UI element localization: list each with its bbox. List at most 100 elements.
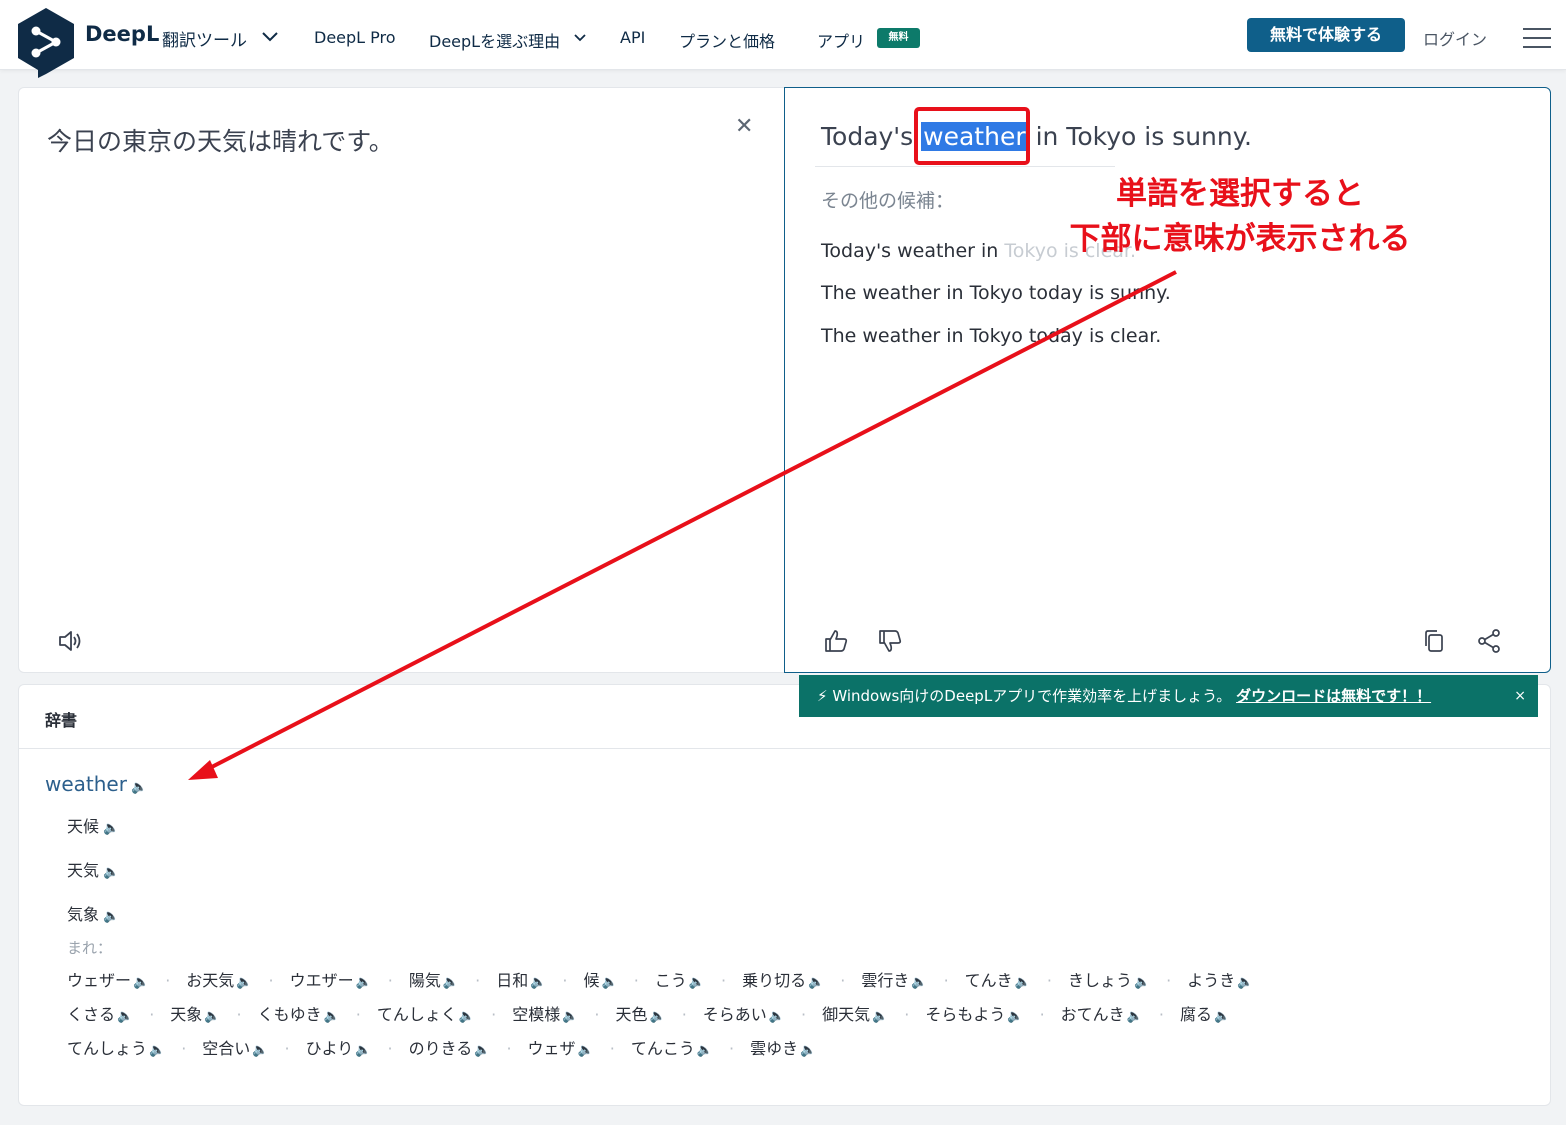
synonym-text[interactable]: てんしょく — [377, 1005, 457, 1024]
speaker-icon[interactable]: 🔈 — [1015, 975, 1031, 990]
speaker-icon[interactable]: 🔈 — [133, 975, 149, 990]
speaker-icon[interactable]: 🔈 — [800, 1043, 816, 1058]
synonym-text[interactable]: 乗り切る — [742, 971, 806, 990]
alternative-3[interactable]: The weather in Tokyo today is clear. — [821, 325, 1161, 347]
synonym-text[interactable]: ようき — [1187, 971, 1235, 990]
speaker-icon[interactable]: 🔈 — [697, 1043, 713, 1058]
nav-why-deepl[interactable]: DeepLを選ぶ理由 — [429, 28, 560, 52]
synonym-item[interactable]: おてんき 🔈 — [1061, 1001, 1143, 1025]
deepl-logo-icon[interactable] — [16, 6, 76, 78]
synonym-text[interactable]: 候 — [583, 971, 599, 990]
clear-text-icon[interactable]: ✕ — [735, 114, 753, 139]
speaker-icon[interactable]: 🔈 — [236, 975, 252, 990]
speaker-icon[interactable]: 🔈 — [149, 1043, 165, 1058]
speaker-icon[interactable]: 🔈 — [252, 1043, 268, 1058]
speaker-icon[interactable]: 🔈 — [131, 780, 147, 795]
synonym-item[interactable]: ウエザー 🔈 — [290, 967, 372, 991]
synonym-item[interactable]: そらあい 🔈 — [703, 1001, 785, 1025]
headword-text[interactable]: weather — [45, 772, 127, 796]
synonym-text[interactable]: ウェザ — [528, 1039, 576, 1058]
speaker-icon[interactable]: 🔈 — [324, 1009, 340, 1024]
synonym-item[interactable]: 空模様 🔈 — [512, 1001, 578, 1025]
synonym-item[interactable]: 腐る 🔈 — [1180, 1001, 1230, 1025]
speaker-icon[interactable]: 🔈 — [1134, 975, 1150, 990]
synonym-item[interactable]: 天色 🔈 — [615, 1001, 665, 1025]
synonym-item[interactable]: 乗り切る 🔈 — [742, 967, 824, 991]
synonym-item[interactable]: てんしょく 🔈 — [377, 1001, 475, 1025]
synonym-item[interactable]: 雲ゆき 🔈 — [750, 1035, 816, 1059]
banner-close-icon[interactable]: × — [1514, 675, 1526, 717]
speaker-icon[interactable] — [57, 628, 83, 654]
speaker-icon[interactable]: 🔈 — [103, 821, 119, 836]
alternative-2[interactable]: The weather in Tokyo today is sunny. — [821, 282, 1171, 304]
synonym-text[interactable]: そらもよう — [925, 1005, 1005, 1024]
synonym-text[interactable]: 陽気 — [409, 971, 441, 990]
nav-deepl-pro[interactable]: DeepL Pro — [314, 28, 396, 47]
dictionary-headword[interactable]: weather 🔈 — [45, 772, 147, 796]
source-text[interactable]: 今日の東京の天気は晴れです。 — [47, 122, 394, 158]
synonym-item[interactable]: のりきる 🔈 — [409, 1035, 491, 1059]
speaker-icon[interactable]: 🔈 — [1214, 1009, 1230, 1024]
sense-item[interactable]: 天気 🔈 — [67, 857, 119, 881]
synonym-text[interactable]: 空模様 — [512, 1005, 560, 1024]
speaker-icon[interactable]: 🔈 — [117, 1009, 133, 1024]
synonym-text[interactable]: きしょう — [1068, 971, 1132, 990]
synonym-item[interactable]: こう 🔈 — [655, 967, 705, 991]
synonym-text[interactable]: おてんき — [1061, 1005, 1125, 1024]
synonym-item[interactable]: 雲行き 🔈 — [861, 967, 927, 991]
synonym-text[interactable]: 日和 — [496, 971, 528, 990]
speaker-icon[interactable]: 🔈 — [459, 1009, 475, 1024]
speaker-icon[interactable]: 🔈 — [562, 1009, 578, 1024]
nav-api[interactable]: API — [620, 28, 645, 47]
synonym-text[interactable]: お天気 — [186, 971, 234, 990]
synonym-text[interactable]: 空合い — [202, 1039, 250, 1058]
synonym-item[interactable]: てんしょう 🔈 — [67, 1035, 165, 1059]
synonym-text[interactable]: ウエザー — [290, 971, 354, 990]
synonym-item[interactable]: そらもよう 🔈 — [925, 1001, 1023, 1025]
synonym-item[interactable]: ウェザ 🔈 — [528, 1035, 594, 1059]
synonym-text[interactable]: ひより — [306, 1039, 354, 1058]
synonym-text[interactable]: ウェザー — [67, 971, 131, 990]
synonym-item[interactable]: 御天気 🔈 — [822, 1001, 888, 1025]
copy-icon[interactable] — [1421, 628, 1447, 654]
sense-text[interactable]: 気象 — [67, 905, 99, 924]
speaker-icon[interactable]: 🔈 — [103, 865, 119, 880]
synonym-item[interactable]: お天気 🔈 — [186, 967, 252, 991]
synonym-text[interactable]: のりきる — [409, 1039, 473, 1058]
synonym-item[interactable]: ようき 🔈 — [1187, 967, 1253, 991]
chevron-down-icon[interactable] — [574, 34, 586, 42]
synonym-item[interactable]: 空合い 🔈 — [202, 1035, 268, 1059]
speaker-icon[interactable]: 🔈 — [911, 975, 927, 990]
thumbs-down-icon[interactable] — [877, 628, 903, 654]
synonym-text[interactable]: こう — [655, 971, 687, 990]
synonym-text[interactable]: 腐る — [1180, 1005, 1212, 1024]
synonym-text[interactable]: てんこう — [631, 1039, 695, 1058]
speaker-icon[interactable]: 🔈 — [769, 1009, 785, 1024]
synonym-text[interactable]: 天色 — [615, 1005, 647, 1024]
brand-name[interactable]: DeepL — [85, 22, 159, 46]
synonym-text[interactable]: くさる — [67, 1005, 115, 1024]
synonym-text[interactable]: 御天気 — [822, 1005, 870, 1024]
synonym-item[interactable]: 候 🔈 — [583, 967, 617, 991]
speaker-icon[interactable]: 🔈 — [1237, 975, 1253, 990]
brand-sub-label[interactable]: 翻訳ツール — [162, 26, 247, 51]
synonym-item[interactable]: ひより 🔈 — [306, 1035, 372, 1059]
speaker-icon[interactable]: 🔈 — [1127, 1009, 1143, 1024]
speaker-icon[interactable]: 🔈 — [872, 1009, 888, 1024]
free-trial-button[interactable]: 無料で体験する — [1247, 18, 1405, 52]
share-icon[interactable] — [1476, 628, 1502, 654]
synonym-text[interactable]: 雲ゆき — [750, 1039, 798, 1058]
synonym-text[interactable]: そらあい — [703, 1005, 767, 1024]
synonym-item[interactable]: くもゆき 🔈 — [258, 1001, 340, 1025]
nav-apps[interactable]: アプリ — [817, 28, 865, 52]
sense-text[interactable]: 天候 — [67, 817, 99, 836]
speaker-icon[interactable]: 🔈 — [602, 975, 618, 990]
synonym-item[interactable]: くさる 🔈 — [67, 1001, 133, 1025]
speaker-icon[interactable]: 🔈 — [578, 1043, 594, 1058]
speaker-icon[interactable]: 🔈 — [650, 1009, 666, 1024]
synonym-item[interactable]: てんこう 🔈 — [631, 1035, 713, 1059]
hamburger-menu-icon[interactable] — [1523, 28, 1551, 48]
synonym-text[interactable]: てんしょう — [67, 1039, 147, 1058]
speaker-icon[interactable]: 🔈 — [103, 909, 119, 924]
sense-item[interactable]: 気象 🔈 — [67, 901, 119, 925]
